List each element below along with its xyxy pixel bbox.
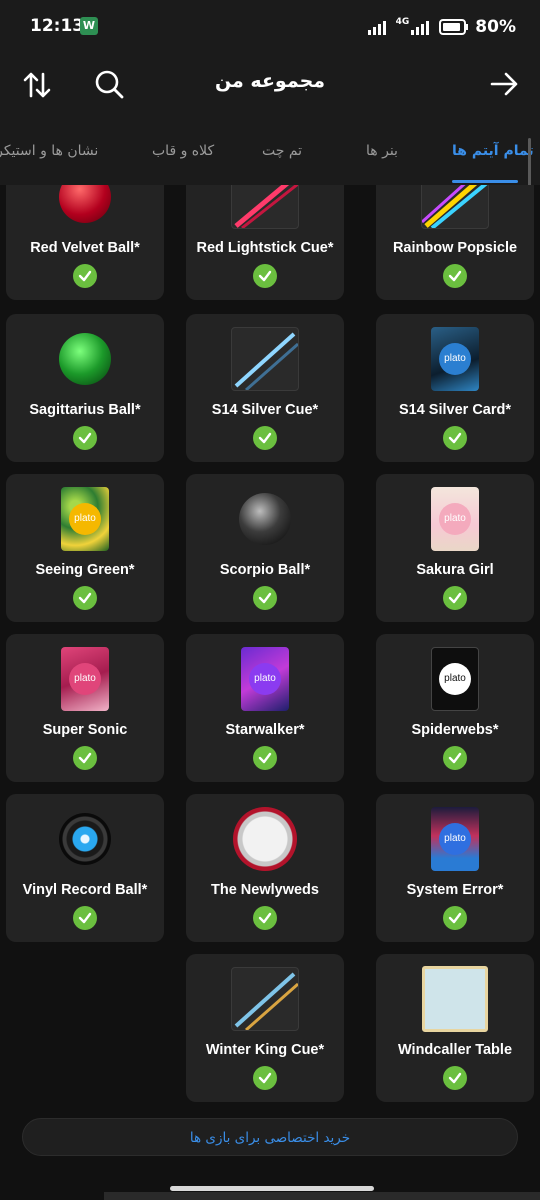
network-label: 4G [395, 17, 410, 27]
item-card[interactable]: plato Sakura Girl [376, 474, 534, 622]
status-indicators: 4G 80% [367, 15, 516, 39]
starwalker-card-icon: plato [230, 644, 300, 714]
s14-silver-card-icon: plato [420, 324, 490, 394]
item-name: Winter King Cue* [205, 1042, 325, 1058]
home-indicator[interactable] [170, 1186, 374, 1191]
item-card[interactable]: Rainbow Popsicle [376, 185, 534, 300]
owned-check-icon [443, 1066, 467, 1090]
system-error-card-icon: plato [420, 804, 490, 874]
owned-check-icon [443, 586, 467, 610]
item-card[interactable]: plato Starwalker* [186, 634, 344, 782]
category-tabs: تمام آیتم ها بنر ها تم چت کلاه و قاب نشا… [0, 135, 540, 185]
spiderwebs-card-icon: plato [420, 644, 490, 714]
sagittarius-ball-icon [50, 324, 120, 394]
item-card[interactable]: S14 Silver Cue* [186, 314, 344, 462]
page-title: مجموعه من [214, 70, 326, 92]
item-name: Vinyl Record Ball* [22, 882, 148, 898]
owned-check-icon [443, 426, 467, 450]
item-card[interactable]: The Newlyweds [186, 794, 344, 942]
plato-logo: plato [439, 823, 471, 855]
owned-check-icon [253, 746, 277, 770]
plato-logo: plato [439, 663, 471, 695]
item-name: Seeing Green* [35, 562, 135, 578]
winter-king-cue-icon [230, 964, 300, 1034]
item-name: Scorpio Ball* [219, 562, 311, 578]
status-time: 12:13 [30, 16, 85, 36]
item-card[interactable]: Winter King Cue* [186, 954, 344, 1102]
owned-check-icon [253, 586, 277, 610]
owned-check-icon [443, 906, 467, 930]
arrow-right-icon[interactable] [488, 68, 520, 100]
owned-check-icon [443, 746, 467, 770]
red-velvet-ball-icon [50, 185, 120, 232]
app-notification-icon: W [80, 17, 98, 35]
item-name: Starwalker* [225, 722, 305, 738]
vinyl-record-ball-icon [50, 804, 120, 874]
owned-check-icon [73, 264, 97, 288]
item-name: Super Sonic [42, 722, 128, 738]
s14-silver-cue-icon [230, 324, 300, 394]
owned-check-icon [253, 906, 277, 930]
newlyweds-frame-icon [230, 804, 300, 874]
owned-check-icon [73, 586, 97, 610]
item-name: Windcaller Table [397, 1042, 513, 1058]
rainbow-popsicle-icon [420, 185, 490, 232]
item-card[interactable]: Scorpio Ball* [186, 474, 344, 622]
signal-4g-icon [411, 21, 430, 35]
item-name: Red Lightstick Cue* [196, 240, 334, 256]
battery-percent: 80% [475, 17, 516, 37]
items-grid: Red Velvet Ball* Red Lightstick Cue* Rai… [0, 185, 540, 1115]
item-card[interactable]: Sagittarius Ball* [6, 314, 164, 462]
item-card[interactable]: plato Spiderwebs* [376, 634, 534, 782]
item-card[interactable]: plato Seeing Green* [6, 474, 164, 622]
sakura-girl-card-icon: plato [420, 484, 490, 554]
plato-logo: plato [439, 503, 471, 535]
item-name: S14 Silver Card* [398, 402, 512, 418]
item-card[interactable]: Windcaller Table [376, 954, 534, 1102]
item-card[interactable]: Vinyl Record Ball* [6, 794, 164, 942]
tab-badges-stickers[interactable]: نشان ها و استیکر ها [0, 135, 98, 185]
scorpio-ball-icon [230, 484, 300, 554]
tab-chat-theme[interactable]: تم چت [262, 135, 302, 185]
active-tab-indicator [452, 180, 518, 183]
owned-check-icon [253, 1066, 277, 1090]
owned-check-icon [443, 264, 467, 288]
tab-all-items[interactable]: تمام آیتم ها [452, 135, 534, 185]
bottom-panel [104, 1192, 540, 1200]
owned-check-icon [73, 426, 97, 450]
battery-icon [439, 19, 469, 35]
plato-logo: plato [439, 343, 471, 375]
item-card[interactable]: Red Velvet Ball* [6, 185, 164, 300]
item-card[interactable]: Red Lightstick Cue* [186, 185, 344, 300]
item-name: The Newlyweds [211, 882, 319, 898]
signal-icon [367, 21, 386, 35]
owned-check-icon [73, 746, 97, 770]
item-name: Rainbow Popsicle [392, 240, 518, 256]
red-lightstick-cue-icon [230, 185, 300, 232]
item-name: System Error* [406, 882, 504, 898]
item-name: S14 Silver Cue* [211, 402, 319, 418]
plato-logo: plato [69, 663, 101, 695]
owned-check-icon [73, 906, 97, 930]
item-name: Sagittarius Ball* [29, 402, 141, 418]
owned-check-icon [253, 426, 277, 450]
exclusive-purchase-button[interactable]: خرید اختصاصی برای بازی ها [22, 1118, 518, 1156]
item-card[interactable]: plato System Error* [376, 794, 534, 942]
item-card[interactable]: plato Super Sonic [6, 634, 164, 782]
seeing-green-card-icon: plato [50, 484, 120, 554]
owned-check-icon [253, 264, 277, 288]
item-name: Sakura Girl [416, 562, 494, 578]
item-name: Red Velvet Ball* [30, 240, 140, 256]
item-card[interactable]: plato S14 Silver Card* [376, 314, 534, 462]
windcaller-table-icon [420, 964, 490, 1034]
plato-logo: plato [69, 503, 101, 535]
status-bar: 12:13 W 4G 80% [0, 0, 540, 50]
item-name: Spiderwebs* [411, 722, 499, 738]
tab-banners[interactable]: بنر ها [366, 135, 398, 185]
super-sonic-card-icon: plato [50, 644, 120, 714]
tab-hats-frames[interactable]: کلاه و قاب [152, 135, 214, 185]
plato-logo: plato [249, 663, 281, 695]
app-header: مجموعه من تمام آیتم ها بنر ها تم چت کلاه… [0, 50, 540, 185]
